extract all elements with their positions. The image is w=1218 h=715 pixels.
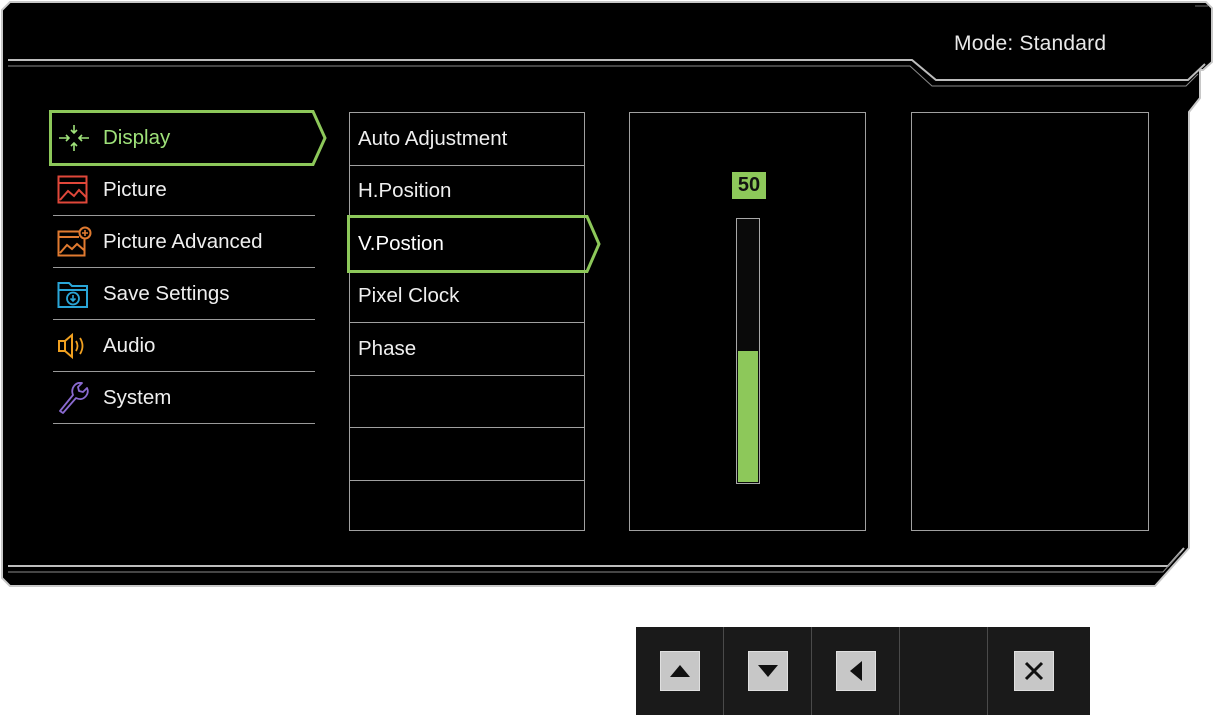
submenu-item-empty <box>350 428 584 481</box>
control-button-bar <box>636 627 1090 715</box>
menu-item-save-settings[interactable]: Save Settings <box>53 268 315 320</box>
submenu-item-v-position[interactable]: V.Postion <box>347 215 601 273</box>
menu-item-system[interactable]: System <box>53 372 315 424</box>
submenu-item-pixel-clock[interactable]: Pixel Clock <box>350 271 584 323</box>
close-icon <box>1014 651 1054 691</box>
menu-item-picture[interactable]: Picture <box>53 164 315 216</box>
submenu-item-label: Auto Adjustment <box>358 126 508 150</box>
menu-item-label: Save Settings <box>103 281 230 305</box>
audio-icon <box>57 329 97 363</box>
menu-item-display[interactable]: Display <box>49 110 327 166</box>
main-menu: Display Picture Picture Advanced Save Se… <box>49 110 327 424</box>
submenu-item-empty <box>350 481 584 534</box>
down-arrow-icon <box>747 651 788 691</box>
value-readout: 50 <box>732 172 766 199</box>
left-arrow-icon <box>835 651 876 691</box>
submenu-item-phase[interactable]: Phase <box>350 323 584 376</box>
display-adjust-icon <box>57 121 97 155</box>
menu-item-label: Display <box>103 126 171 149</box>
submenu-item-label: H.Position <box>358 179 452 203</box>
menu-item-picture-advanced[interactable]: Picture Advanced <box>53 216 315 268</box>
slider-fill <box>738 351 758 482</box>
system-wrench-icon <box>57 381 97 415</box>
submenu-item-label: Pixel Clock <box>358 284 460 308</box>
picture-advanced-icon <box>57 225 97 259</box>
menu-item-label: Audio <box>103 333 156 357</box>
value-slider[interactable] <box>736 218 760 484</box>
menu-item-label: Picture <box>103 177 167 201</box>
submenu-item-empty <box>350 376 584 428</box>
mode-indicator: Mode: Standard <box>954 32 1107 55</box>
down-button[interactable] <box>724 627 812 715</box>
submenu-item-h-position[interactable]: H.Position <box>350 166 584 218</box>
menu-item-audio[interactable]: Audio <box>53 320 315 372</box>
blank-button <box>900 627 988 715</box>
picture-icon <box>57 173 97 207</box>
back-button[interactable] <box>812 627 900 715</box>
exit-button[interactable] <box>988 627 1080 715</box>
submenu-item-label: Phase <box>358 336 417 360</box>
up-arrow-icon <box>659 651 700 691</box>
menu-item-label: Picture Advanced <box>103 229 263 253</box>
submenu-panel: Auto Adjustment H.Position V.Postion Pix… <box>347 112 601 534</box>
menu-item-label: System <box>103 385 172 409</box>
up-button[interactable] <box>636 627 724 715</box>
value-panel: 50 <box>629 112 866 531</box>
option-panel <box>911 112 1149 531</box>
submenu-item-auto-adjustment[interactable]: Auto Adjustment <box>350 113 584 166</box>
submenu-item-label: V.Postion <box>358 231 444 255</box>
save-settings-icon <box>57 277 97 311</box>
